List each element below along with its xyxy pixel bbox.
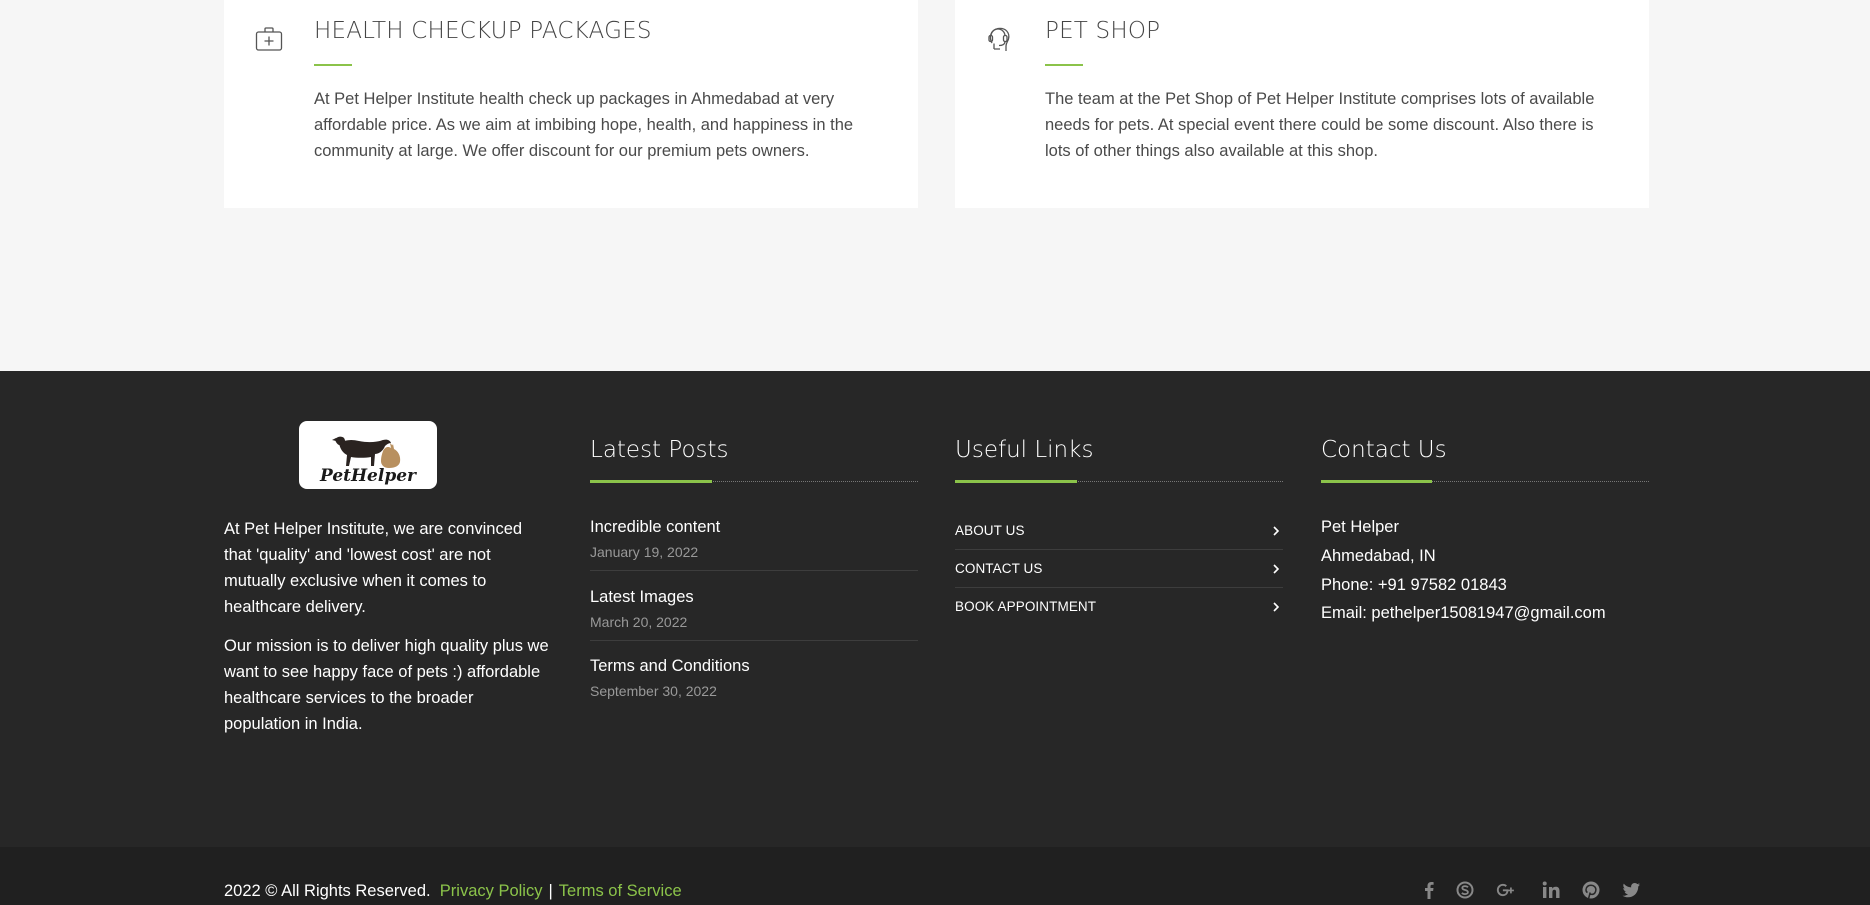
chevron-right-icon	[1273, 526, 1280, 536]
link-label[interactable]: BOOK APPOINTMENT	[955, 599, 1096, 614]
headset-support-icon	[985, 24, 1015, 54]
service-description: The team at the Pet Shop of Pet Helper I…	[1045, 90, 1595, 160]
copyright-text: 2022 © All Rights Reserved.	[224, 882, 431, 900]
about-paragraph: At Pet Helper Institute, we are convince…	[224, 520, 523, 616]
post-date: January 19, 2022	[590, 544, 699, 560]
medical-kit-icon	[254, 24, 284, 54]
skype-icon[interactable]	[1454, 879, 1476, 901]
post-divider	[590, 570, 918, 571]
post-date: September 30, 2022	[590, 683, 717, 699]
chevron-right-icon	[1273, 602, 1280, 612]
services-section: HEALTH CHECKUP PACKAGES At Pet Helper In…	[0, 0, 1870, 371]
contact-name: Pet Helper	[1321, 518, 1399, 536]
pethelper-logo[interactable]: PetHelper	[299, 421, 437, 489]
link-separator: |	[548, 882, 553, 900]
post-date: March 20, 2022	[590, 614, 688, 630]
twitter-icon[interactable]	[1620, 879, 1642, 901]
pinterest-icon[interactable]	[1580, 879, 1602, 901]
useful-links-heading: Useful Links	[955, 437, 1094, 463]
bottom-bar: 2022 © All Rights Reserved. Privacy Poli…	[0, 847, 1870, 905]
linkedin-icon[interactable]	[1540, 879, 1562, 901]
facebook-icon[interactable]	[1418, 879, 1440, 901]
privacy-policy-link[interactable]: Privacy Policy	[440, 882, 543, 900]
title-accent-bar	[1045, 64, 1083, 66]
contact-city: Ahmedabad, IN	[1321, 547, 1436, 565]
footer: PetHelper At Pet Helper Institute, we ar…	[0, 371, 1870, 847]
service-card-pet-shop: PET SHOP The team at the Pet Shop of Pet…	[955, 0, 1649, 208]
mission-paragraph: Our mission is to deliver high quality p…	[224, 637, 549, 733]
post-title[interactable]: Incredible content	[590, 518, 918, 537]
service-card-health-checkup: HEALTH CHECKUP PACKAGES At Pet Helper In…	[224, 0, 918, 208]
link-label[interactable]: ABOUT US	[955, 523, 1025, 538]
post-item[interactable]: Latest Images March 20, 2022	[590, 588, 918, 641]
contact-phone[interactable]: Phone: +91 97582 01843	[1321, 576, 1507, 595]
service-title: HEALTH CHECKUP PACKAGES	[314, 18, 652, 44]
google-plus-icon[interactable]	[1494, 879, 1516, 901]
post-title[interactable]: Terms and Conditions	[590, 657, 918, 676]
footer-link-book-appointment[interactable]: BOOK APPOINTMENT	[955, 588, 1283, 626]
heading-accent-bar	[955, 480, 1077, 483]
service-title: PET SHOP	[1045, 18, 1161, 44]
chevron-right-icon	[1273, 564, 1280, 574]
copyright-line: 2022 © All Rights Reserved. Privacy Poli…	[224, 882, 682, 901]
post-title[interactable]: Latest Images	[590, 588, 918, 607]
link-label[interactable]: CONTACT US	[955, 561, 1043, 576]
post-divider	[590, 640, 918, 641]
post-item[interactable]: Terms and Conditions September 30, 2022	[590, 657, 918, 699]
heading-accent-bar	[590, 480, 712, 483]
contact-email[interactable]: Email: pethelper15081947@gmail.com	[1321, 604, 1606, 623]
service-description: At Pet Helper Institute health check up …	[314, 90, 854, 160]
svg-text:PetHelper: PetHelper	[319, 466, 417, 486]
footer-link-about-us[interactable]: ABOUT US	[955, 512, 1283, 550]
footer-link-contact-us[interactable]: CONTACT US	[955, 550, 1283, 588]
terms-of-service-link[interactable]: Terms of Service	[559, 882, 682, 900]
post-item[interactable]: Incredible content January 19, 2022	[590, 518, 918, 571]
heading-accent-bar	[1321, 480, 1432, 483]
title-accent-bar	[314, 64, 352, 66]
contact-heading: Contact Us	[1321, 437, 1447, 463]
latest-posts-heading: Latest Posts	[590, 437, 729, 463]
